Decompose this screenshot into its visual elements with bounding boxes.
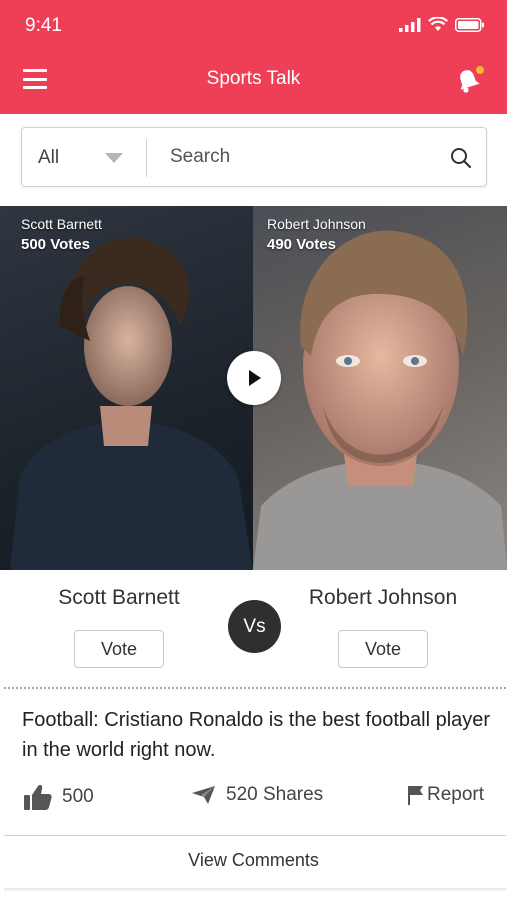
- filter-dropdown[interactable]: All: [22, 128, 146, 186]
- app-title: Sports Talk: [206, 68, 301, 89]
- vs-badge: Vs: [228, 600, 281, 653]
- search-input[interactable]: [158, 138, 428, 176]
- status-time: 9:41: [25, 15, 62, 36]
- vote-button-left[interactable]: Vote: [74, 630, 164, 668]
- share-button[interactable]: 520 Shares: [192, 784, 323, 806]
- status-bar: 9:41: [0, 0, 507, 54]
- card-bottom-shadow: [4, 888, 506, 892]
- caption-votes: 500 Votes: [21, 236, 90, 253]
- play-button[interactable]: [227, 351, 281, 405]
- contestant-left: Scott Barnett Vote: [19, 586, 219, 668]
- contestant-caption-left: Scott Barnett 500 Votes: [21, 216, 102, 253]
- caption-name: Robert Johnson: [267, 216, 366, 232]
- contestant-caption-right: Robert Johnson 490 Votes: [267, 216, 366, 253]
- like-count: 500: [62, 786, 94, 807]
- wifi-icon: [428, 17, 448, 31]
- flag-icon: [408, 786, 423, 805]
- contestant-name: Scott Barnett: [58, 586, 180, 609]
- search-divider: [146, 139, 147, 177]
- view-comments-link[interactable]: View Comments: [0, 850, 507, 871]
- status-icons: [399, 17, 485, 32]
- app-bar: Sports Talk: [0, 54, 507, 114]
- thumbs-up-icon: [24, 785, 52, 810]
- divider: [4, 687, 506, 689]
- post-text: Football: Cristiano Ronaldo is the best …: [22, 709, 491, 761]
- paper-plane-icon: [192, 786, 215, 804]
- report-label: Report: [427, 784, 485, 805]
- notification-dot: [476, 66, 484, 74]
- post-actions: 500 520 Shares Report: [0, 784, 507, 814]
- contestant-right: Robert Johnson Vote: [283, 586, 483, 668]
- caption-votes: 490 Votes: [267, 236, 336, 253]
- portrait-right-image: [253, 230, 507, 570]
- vote-button-right[interactable]: Vote: [338, 630, 428, 668]
- notifications-button[interactable]: [455, 64, 485, 94]
- matchup-photos: Scott Barnett 500 Votes Robert Johnson 4…: [0, 206, 507, 570]
- share-count: 520 Shares: [226, 784, 324, 805]
- signal-icon: [399, 17, 421, 32]
- divider: [4, 835, 506, 836]
- report-button[interactable]: Report: [408, 784, 484, 806]
- play-icon: [249, 370, 261, 386]
- chevron-down-icon: [105, 153, 123, 163]
- portrait-left-image: [10, 237, 253, 570]
- contestant-name: Robert Johnson: [308, 586, 458, 609]
- search-icon[interactable]: [450, 147, 472, 169]
- filter-value: All: [38, 147, 60, 168]
- like-button[interactable]: 500: [24, 784, 94, 810]
- battery-icon: [455, 17, 484, 32]
- contestant-photo-left[interactable]: Scott Barnett 500 Votes: [0, 206, 253, 570]
- caption-name: Scott Barnett: [21, 216, 102, 232]
- contestant-photo-right[interactable]: Robert Johnson 490 Votes: [253, 206, 507, 570]
- search-bar: All: [21, 127, 487, 187]
